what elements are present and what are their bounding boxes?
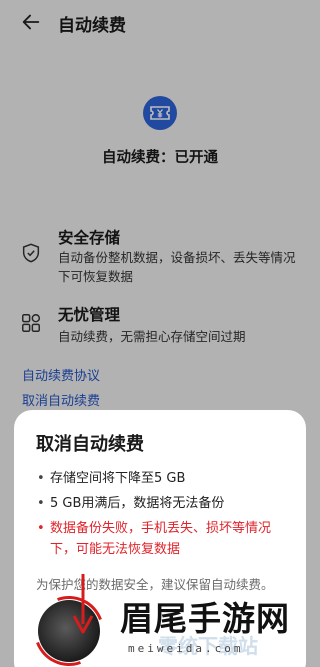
list-item: 5 GB用满后，数据将无法备份 (36, 493, 288, 514)
red-arrow-icon (72, 574, 94, 634)
watermark-url: meiweida.com (128, 642, 244, 655)
list-item: 存储空间将下降至5 GB (36, 468, 288, 489)
dialog-title: 取消自动续费 (36, 434, 144, 455)
watermark-title: 眉尾手游网 (120, 599, 290, 638)
site-watermark: 零统下载站 眉尾手游网 meiweida.com (8, 584, 320, 667)
consequence-list: 存储空间将下降至5 GB 5 GB用满后，数据将无法备份 数据备份失败，手机丢失… (36, 468, 288, 564)
warning-list-item: 数据备份失败，手机丢失、损坏等情况下，可能无法恢复数据 (36, 518, 288, 560)
